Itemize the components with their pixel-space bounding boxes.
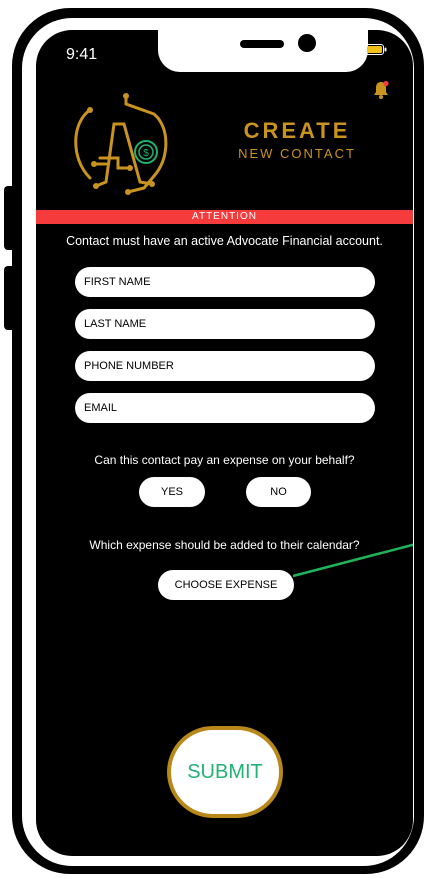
phone-screen: 9:41 $ CREATE NEW CONTACT ATTENTION Cont…: [36, 30, 413, 856]
submit-button[interactable]: SUBMIT: [167, 726, 283, 818]
